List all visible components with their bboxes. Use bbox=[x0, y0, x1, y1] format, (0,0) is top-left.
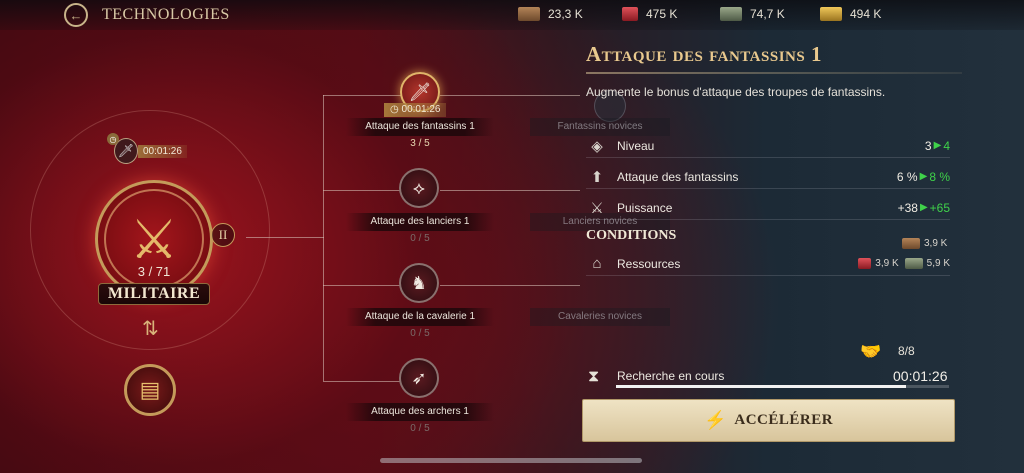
category-progress: 3 / 71 bbox=[137, 264, 171, 279]
condition-row-resources: ⌂ Ressources 3,9 K 5,9 K bbox=[586, 252, 950, 276]
gold-stack-icon: ▤ bbox=[139, 377, 161, 402]
tech-node-locked-label: Cavaleries novices bbox=[530, 308, 670, 326]
tech-node-level: 0 / 5 bbox=[410, 328, 430, 339]
conditions-title: CONDITIONS bbox=[586, 228, 677, 243]
tech-node-timer: ◷ 00:01:26 bbox=[384, 103, 447, 117]
attack-up-icon: ⬆ bbox=[590, 168, 604, 186]
arrow-left-icon: ← bbox=[69, 7, 83, 23]
sword-icon: 🗡 bbox=[408, 81, 432, 102]
research-progress-bar bbox=[616, 385, 949, 388]
level-icon: ◈ bbox=[591, 137, 603, 155]
arrow-right-icon: ▶ bbox=[919, 171, 928, 182]
branch-line bbox=[323, 95, 405, 96]
horse-icon: ♞ bbox=[410, 272, 428, 293]
wood-icon bbox=[518, 7, 540, 21]
speedup-icon: ⚡ bbox=[703, 410, 727, 430]
tech-node-label: Attaque de la cavalerie 1 bbox=[346, 308, 494, 326]
tree-trunk bbox=[323, 95, 324, 381]
cost-meat: 3,9 K bbox=[858, 258, 899, 269]
meat-icon bbox=[622, 7, 638, 21]
category-name: MILITAIRE bbox=[107, 285, 201, 302]
hourglass-icon: ⧗ bbox=[588, 368, 600, 385]
tier-badge[interactable]: II bbox=[211, 223, 235, 247]
tech-node-timer-value: 00:01:26 bbox=[401, 104, 441, 115]
resource-wood-value: 23,3 K bbox=[548, 7, 583, 21]
stat-row-level: ◈ Niveau 3 ▶ 4 bbox=[586, 134, 950, 158]
page-title: TECHNOLOGIES bbox=[102, 6, 230, 23]
tech-node-label: Attaque des lanciers 1 bbox=[346, 213, 494, 231]
stone-icon bbox=[904, 258, 923, 269]
resource-meat[interactable]: 475 K bbox=[622, 7, 677, 21]
resource-meat-value: 475 K bbox=[646, 7, 678, 21]
cost-stone: 5,9 K bbox=[904, 258, 950, 269]
resource-stone[interactable]: 74,7 K bbox=[720, 7, 785, 21]
title-divider bbox=[586, 72, 962, 74]
queue-count: 8/8 bbox=[898, 344, 915, 358]
accelerate-button[interactable]: ⚡ ACCÉLÉRER bbox=[582, 399, 955, 442]
power-icon: ⚔ bbox=[590, 199, 604, 217]
home-indicator[interactable] bbox=[380, 458, 642, 463]
gold-icon bbox=[820, 7, 842, 21]
panel-description: Augmente le bonus d'attaque des troupes … bbox=[586, 85, 886, 99]
tree-connector bbox=[246, 237, 324, 238]
research-progress-fill bbox=[616, 385, 906, 388]
spear-icon: ⟡ bbox=[413, 177, 425, 198]
research-timer: 00:01:26 bbox=[893, 368, 948, 384]
stat-row-attack: ⬆ Attaque des fantassins 6 % ▶ 8 % bbox=[586, 165, 950, 189]
arrow-right-icon: ▶ bbox=[933, 140, 942, 151]
crossbow-icon: ➶ bbox=[411, 367, 427, 388]
branch-line bbox=[440, 285, 580, 286]
branch-line bbox=[323, 285, 405, 286]
swap-arrows-icon[interactable]: ⇅ bbox=[142, 316, 159, 341]
branch-line bbox=[440, 190, 580, 191]
category-label-bar: MILITAIRE bbox=[98, 283, 210, 305]
tech-node-spear-attack[interactable]: ⟡ bbox=[399, 168, 439, 208]
condition-label: Ressources bbox=[617, 256, 681, 271]
wood-icon bbox=[902, 238, 920, 249]
category-timer: 00:01:26 bbox=[138, 145, 187, 158]
stat-label: Puissance bbox=[617, 200, 673, 215]
crossed-swords-icon: ⚔ bbox=[129, 209, 179, 270]
handshake-icon[interactable]: 🤝 bbox=[860, 342, 881, 362]
resource-gold[interactable]: 494 K bbox=[820, 7, 881, 21]
research-label: Recherche en cours bbox=[617, 369, 725, 383]
cost-stone-value: 5,9 K bbox=[926, 258, 950, 269]
arrow-right-icon: ▶ bbox=[919, 202, 928, 213]
cost-meat-value: 3,9 K bbox=[875, 258, 899, 269]
meat-icon bbox=[858, 258, 872, 269]
clock-icon: ◷ bbox=[390, 104, 402, 115]
stat-row-power: ⚔ Puissance +38 ▶ +65 bbox=[586, 196, 950, 220]
clock-icon: ◷ bbox=[107, 133, 119, 145]
stat-next: 4 bbox=[943, 138, 950, 153]
warehouse-icon: ⌂ bbox=[592, 255, 602, 272]
tech-node-level: 0 / 5 bbox=[410, 233, 430, 244]
stone-icon bbox=[720, 7, 742, 21]
cost-wood: 3,9 K bbox=[902, 238, 947, 249]
branch-line bbox=[323, 381, 405, 382]
stat-next: +65 bbox=[929, 200, 950, 215]
branch-line bbox=[440, 95, 580, 96]
tech-node-archer-attack[interactable]: ➶ bbox=[399, 358, 439, 398]
stat-label: Attaque des fantassins bbox=[617, 169, 739, 184]
stat-current: 6 % bbox=[896, 169, 918, 184]
stat-label: Niveau bbox=[617, 138, 655, 153]
resource-stone-value: 74,7 K bbox=[750, 7, 785, 21]
stat-next: 8 % bbox=[929, 169, 950, 184]
tech-node-label: Attaque des fantassins 1 bbox=[346, 118, 494, 136]
tech-node-cavalry-attack[interactable]: ♞ bbox=[399, 263, 439, 303]
resource-gold-value: 494 K bbox=[850, 7, 882, 21]
accelerate-label: ACCÉLÉRER bbox=[734, 412, 834, 428]
tech-node-label: Attaque des archers 1 bbox=[346, 403, 494, 421]
back-button[interactable]: ← bbox=[64, 3, 88, 27]
panel-title: Attaque des fantassins 1 bbox=[586, 42, 822, 66]
tech-node-level: 0 / 5 bbox=[410, 423, 430, 434]
economy-category-button[interactable]: ▤ bbox=[124, 364, 176, 416]
tech-node-level: 3 / 5 bbox=[410, 138, 430, 149]
stat-current: +38 bbox=[897, 200, 918, 215]
stat-current: 3 bbox=[924, 138, 932, 153]
branch-line bbox=[323, 190, 405, 191]
resource-wood[interactable]: 23,3 K bbox=[518, 7, 583, 21]
cost-wood-value: 3,9 K bbox=[924, 238, 948, 249]
